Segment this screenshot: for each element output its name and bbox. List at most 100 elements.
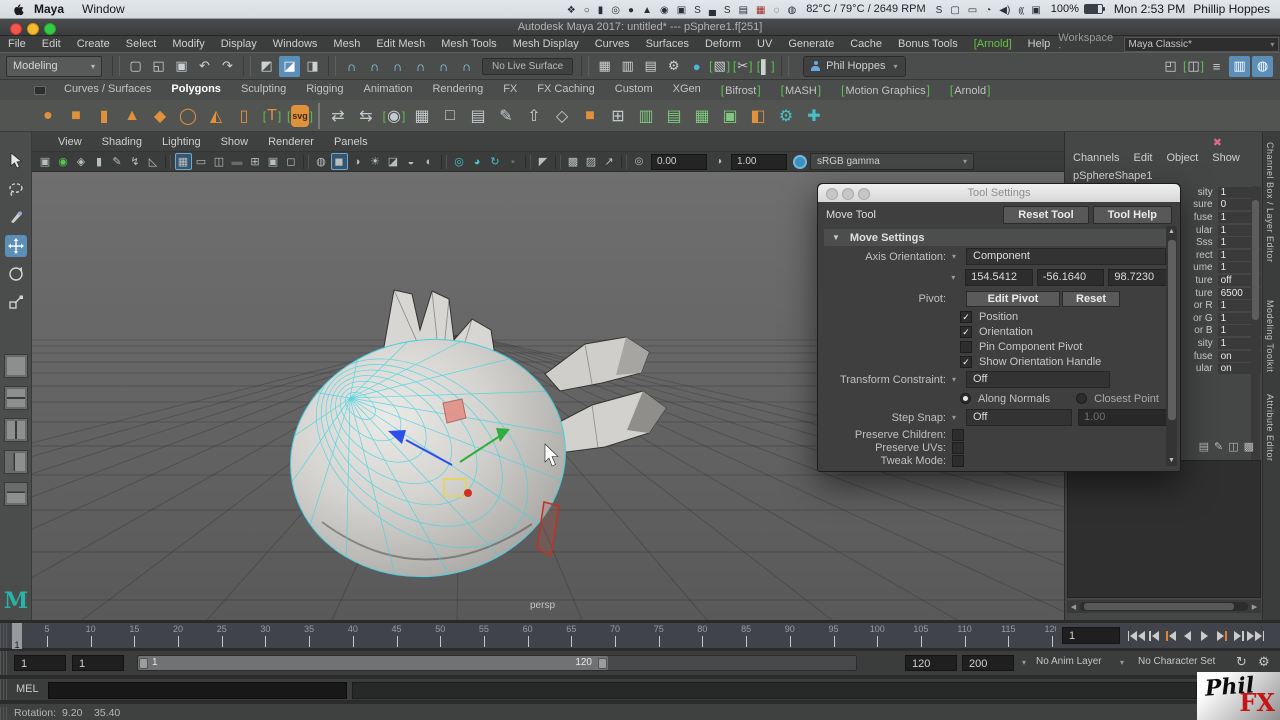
animation-start-field[interactable]: 1 — [14, 655, 66, 671]
combine-icon[interactable]: ⇄ — [325, 103, 351, 129]
use-all-lights-icon[interactable]: ☀ — [367, 153, 384, 170]
gate-mask-icon[interactable]: ▬ — [229, 153, 246, 170]
go-to-end-button[interactable] — [1247, 626, 1264, 645]
menu-deform[interactable]: Deform — [697, 38, 749, 50]
tool-settings-window[interactable]: Tool Settings Move Tool Reset Tool Tool … — [817, 183, 1181, 472]
menu-mesh[interactable]: Mesh — [325, 38, 368, 50]
safe-title-icon[interactable]: ◻ — [283, 153, 300, 170]
photos-icon[interactable]: ▣ — [677, 5, 686, 16]
move-layer-up-icon[interactable]: ◫ — [1228, 440, 1238, 453]
viewport-menu-lighting[interactable]: Lighting — [152, 136, 211, 148]
target-weld-icon[interactable]: ⊞ — [605, 103, 631, 129]
channel-box-menu-object[interactable]: Object — [1166, 152, 1198, 164]
view-transform-select[interactable]: sRGB gamma ▾ — [810, 153, 974, 170]
time-machine-icon[interactable]: ◔ — [985, 5, 991, 16]
isolate-select-icon[interactable]: ◤ — [535, 153, 552, 170]
menu-mesh-tools[interactable]: Mesh Tools — [433, 38, 504, 50]
volume-icon[interactable]: ◀) — [999, 5, 1010, 16]
reset-tool-button[interactable]: Reset Tool — [1003, 206, 1088, 224]
zoom-window-button[interactable] — [858, 188, 870, 200]
cloud-icon[interactable]: ● — [628, 5, 634, 16]
tool-help-button[interactable]: Tool Help — [1093, 206, 1172, 224]
chevron-down-icon[interactable]: ▾ — [951, 273, 965, 282]
boolean-icon[interactable]: ◉ — [381, 103, 407, 129]
save-scene-icon[interactable]: ▣ — [171, 56, 192, 77]
row-grip[interactable] — [0, 679, 9, 700]
snap-curve-icon[interactable]: ∩ — [364, 56, 385, 77]
tool-settings-titlebar[interactable]: Tool Settings — [818, 184, 1180, 202]
menu-cache[interactable]: Cache — [842, 38, 890, 50]
image-plane-icon[interactable]: ✎ — [109, 153, 126, 170]
menu-windows[interactable]: Windows — [265, 38, 326, 50]
axis-orientation-select[interactable]: Component — [966, 248, 1166, 265]
sphere-body[interactable] — [272, 318, 585, 598]
lock-badge-icon[interactable]: ◍ — [787, 5, 796, 16]
layout-persp-outliner-button[interactable] — [4, 450, 28, 474]
menu-select[interactable]: Select — [118, 38, 165, 50]
poly-cylinder-icon[interactable]: ▮ — [91, 103, 117, 129]
layer-one-icon[interactable]: ▩ — [565, 153, 582, 170]
greyed-icon[interactable]: ▪ — [505, 153, 522, 170]
command-line-language-label[interactable]: MEL — [16, 683, 39, 695]
display-icon[interactable]: ▭ — [968, 5, 977, 16]
menu-display[interactable]: Display — [213, 38, 265, 50]
select-hierarchy-icon[interactable]: ◩ — [256, 56, 277, 77]
select-camera-icon[interactable]: ▣ — [37, 153, 54, 170]
uv-editor-icon[interactable]: ▣ — [717, 103, 743, 129]
shelf-tab-rendering[interactable]: Rendering — [422, 83, 493, 97]
dropbox-icon[interactable]: ❖ — [567, 5, 576, 16]
viewport-menu-shading[interactable]: Shading — [92, 136, 152, 148]
character-controls-icon[interactable]: ◫ — [1183, 56, 1204, 77]
select-component-icon[interactable]: ◨ — [302, 56, 323, 77]
minimize-window-button[interactable] — [27, 23, 39, 35]
loop-icon[interactable]: ↻ — [487, 153, 504, 170]
s2-icon[interactable]: S — [724, 5, 731, 16]
scroll-right-icon[interactable]: ▶ — [1248, 603, 1261, 611]
ipr-render-icon[interactable]: ▥ — [617, 56, 638, 77]
grid-icon[interactable]: ▦ — [175, 153, 192, 170]
poly-type-icon[interactable]: T — [259, 103, 285, 129]
bracket-camera-icon[interactable]: ◉ — [55, 153, 72, 170]
reduce-icon[interactable]: ⚙ — [773, 103, 799, 129]
current-frame-field[interactable]: 1 — [1062, 627, 1120, 644]
shelf-tab-polygons[interactable]: Polygons — [161, 83, 231, 97]
menu-file[interactable]: File — [0, 38, 34, 50]
creative-cloud-icon[interactable]: ◉ — [660, 5, 669, 16]
close-window-button[interactable] — [10, 23, 22, 35]
menu-edit-mesh[interactable]: Edit Mesh — [368, 38, 433, 50]
gamma-icon[interactable]: ◑ — [711, 153, 728, 170]
menu-bonus-tools[interactable]: Bonus Tools — [890, 38, 966, 50]
menu-set-select[interactable]: Modeling ▾ — [6, 56, 102, 77]
viewport-menu-view[interactable]: View — [48, 136, 92, 148]
move-layer-down-icon[interactable]: ▩ — [1244, 440, 1254, 453]
command-line-input[interactable] — [48, 682, 347, 699]
menu-help[interactable]: Help — [1020, 38, 1059, 50]
briefcase-icon[interactable]: ▄ — [709, 5, 716, 16]
paint-select-tool-icon[interactable] — [5, 206, 27, 228]
highlighted-face[interactable] — [443, 399, 466, 423]
move-settings-header[interactable]: ▼ Move Settings — [824, 229, 1174, 246]
axis-x-field[interactable]: 154.5412 — [965, 269, 1033, 286]
d-icon[interactable]: ◌ — [774, 5, 780, 16]
auto-uv-icon[interactable]: ▤ — [661, 103, 687, 129]
show-orientation-handle-checkbox[interactable]: ✓ — [960, 356, 972, 368]
triangle-icon[interactable]: ▲ — [642, 5, 652, 16]
move-tool-icon[interactable] — [5, 235, 27, 257]
field-chart-icon[interactable]: ⊞ — [247, 153, 264, 170]
s-icon[interactable]: S — [694, 5, 701, 16]
manipulator-pivot-dot[interactable] — [464, 489, 472, 497]
textured-icon[interactable]: ◑ — [349, 153, 366, 170]
poly-cube-icon[interactable]: ■ — [63, 103, 89, 129]
menu-arnold[interactable]: [Arnold] — [966, 38, 1020, 50]
side-tab-attribute-editor[interactable]: Attribute Editor — [1265, 394, 1275, 462]
scroll-up-icon[interactable]: ▲ — [1166, 228, 1177, 235]
channel-box-menu-edit[interactable]: Edit — [1133, 152, 1152, 164]
menu-edit[interactable]: Edit — [34, 38, 69, 50]
row-grip[interactable] — [0, 707, 9, 720]
poly-plane-icon[interactable]: ◆ — [147, 103, 173, 129]
macos-menu-maya[interactable]: Maya — [25, 2, 73, 16]
position-checkbox[interactable]: ✓ — [960, 311, 972, 323]
along-normals-radio[interactable] — [960, 393, 971, 404]
menubar-user[interactable]: Phillip Hoppes — [1193, 2, 1270, 16]
tool-settings-scrollbar[interactable]: ▲ ▼ — [1166, 226, 1177, 466]
